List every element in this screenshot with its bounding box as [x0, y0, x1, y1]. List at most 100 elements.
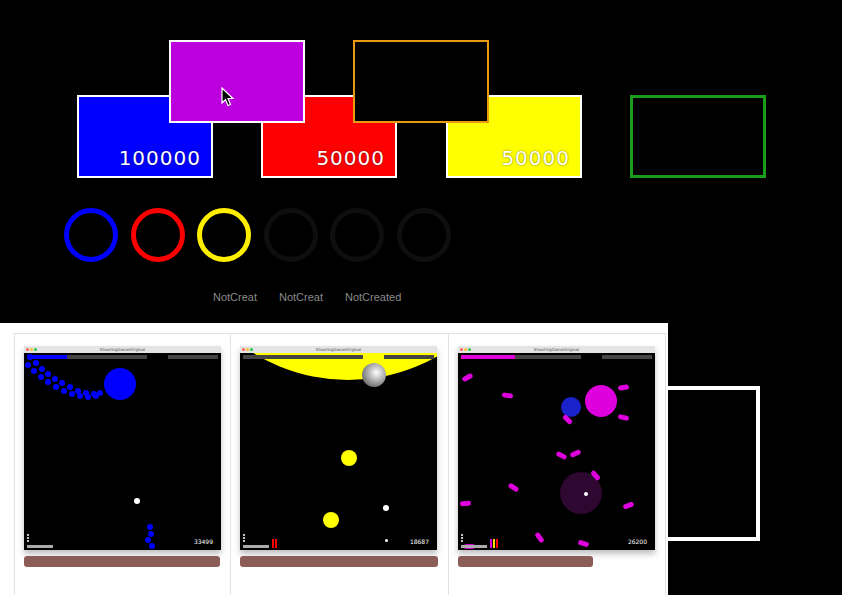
game-object	[25, 362, 31, 368]
game-object	[502, 392, 514, 398]
game-object	[69, 391, 75, 397]
meter	[490, 539, 492, 548]
card-value: 50000	[316, 146, 385, 170]
game-object	[39, 366, 45, 372]
ring-label: NotCreat	[213, 291, 258, 303]
game-object	[578, 540, 590, 548]
player-ring[interactable]	[64, 208, 118, 262]
window-title: ShootingGameOriginal	[24, 346, 221, 353]
hp-bar	[27, 355, 147, 359]
value-card[interactable]	[630, 95, 766, 178]
card-value: 100000	[119, 146, 201, 170]
hp-fill	[461, 355, 515, 359]
game-object	[534, 532, 545, 544]
game-window: ShootingGameOriginal 18687	[240, 346, 437, 550]
timeline-strip	[240, 556, 438, 567]
player-ring[interactable]	[330, 208, 384, 262]
window-titlebar: ShootingGameOriginal	[240, 346, 437, 353]
game-object	[104, 368, 136, 400]
charge-bar	[243, 545, 269, 548]
value-card[interactable]	[353, 40, 489, 123]
game-object	[134, 498, 140, 504]
charge-bar	[461, 545, 487, 548]
timeline-strip	[458, 556, 593, 567]
enemy-hp-bar	[168, 355, 218, 359]
bottom-area: ShootingGameOriginal33499ShootingGameOri…	[0, 323, 842, 595]
game-object	[45, 371, 51, 377]
game-object	[77, 393, 83, 399]
screen: 100000 50000 50000 NotCreat NotCreat NotCreat…	[0, 0, 842, 595]
minimize-icon[interactable]	[30, 348, 33, 351]
meter	[272, 539, 274, 548]
game-object	[385, 539, 388, 542]
game-object	[555, 451, 567, 461]
card-value: 50000	[501, 146, 570, 170]
window-titlebar: ShootingGameOriginal	[458, 346, 655, 353]
lives-indicator	[243, 534, 245, 542]
meter	[496, 539, 498, 548]
close-icon[interactable]	[242, 348, 245, 351]
ring-label: NotCreat	[279, 291, 324, 303]
game-object	[341, 450, 357, 466]
player-ring[interactable]	[197, 208, 251, 262]
game-object	[618, 414, 630, 421]
close-icon[interactable]	[460, 348, 463, 351]
score: 33499	[194, 538, 213, 545]
game-object	[67, 384, 73, 390]
game-object	[59, 380, 65, 386]
game-object	[148, 531, 154, 537]
game-object	[508, 482, 520, 492]
score: 26200	[628, 538, 647, 545]
game-object	[52, 376, 58, 382]
game-object	[362, 363, 386, 387]
player-ring[interactable]	[264, 208, 318, 262]
hp-bar	[243, 355, 363, 359]
value-card[interactable]	[169, 40, 305, 123]
enemy-hp-bar	[602, 355, 652, 359]
maximize-icon[interactable]	[468, 348, 471, 351]
player-ring[interactable]	[131, 208, 185, 262]
lives-indicator	[461, 534, 463, 542]
game-object	[460, 501, 471, 507]
game-object	[584, 492, 588, 496]
game-object	[53, 384, 59, 390]
game-object	[461, 373, 473, 383]
side-box	[668, 386, 760, 541]
timeline-strip	[24, 556, 220, 567]
game-object	[61, 388, 67, 394]
play-area: 18687	[240, 353, 437, 550]
meter	[493, 539, 495, 548]
screenshot-cell: ShootingGameOriginal 26200	[449, 334, 667, 595]
game-object	[33, 360, 39, 366]
game-object	[149, 543, 155, 549]
player-ring[interactable]	[397, 208, 451, 262]
game-object	[323, 512, 339, 528]
game-object	[31, 368, 37, 374]
window-titlebar: ShootingGameOriginal	[24, 346, 221, 353]
meters	[490, 539, 498, 548]
ring-label: NotCreated	[345, 291, 402, 303]
minimize-icon[interactable]	[464, 348, 467, 351]
lives-indicator	[27, 534, 29, 542]
meter	[275, 539, 277, 548]
game-window: ShootingGameOriginal 26200	[458, 346, 655, 550]
game-object	[145, 537, 151, 543]
screenshot-panel: ShootingGameOriginal33499ShootingGameOri…	[0, 323, 668, 595]
game-object	[45, 379, 51, 385]
score: 18687	[410, 538, 429, 545]
play-area: 26200	[458, 353, 655, 550]
game-object	[618, 384, 630, 391]
game-window: ShootingGameOriginal 33499	[24, 346, 221, 550]
minimize-icon[interactable]	[246, 348, 249, 351]
game-object	[85, 394, 91, 400]
screenshot-cell: ShootingGameOriginal 18687	[231, 334, 449, 595]
game-object	[622, 501, 634, 509]
card-canvas: 100000 50000 50000 NotCreat NotCreat NotCreat…	[0, 0, 842, 323]
close-icon[interactable]	[26, 348, 29, 351]
maximize-icon[interactable]	[34, 348, 37, 351]
screenshot-grid: ShootingGameOriginal33499ShootingGameOri…	[14, 333, 666, 595]
game-object	[93, 393, 99, 399]
mouse-cursor-icon	[221, 87, 235, 107]
maximize-icon[interactable]	[250, 348, 253, 351]
enemy-hp-bar	[384, 355, 434, 359]
